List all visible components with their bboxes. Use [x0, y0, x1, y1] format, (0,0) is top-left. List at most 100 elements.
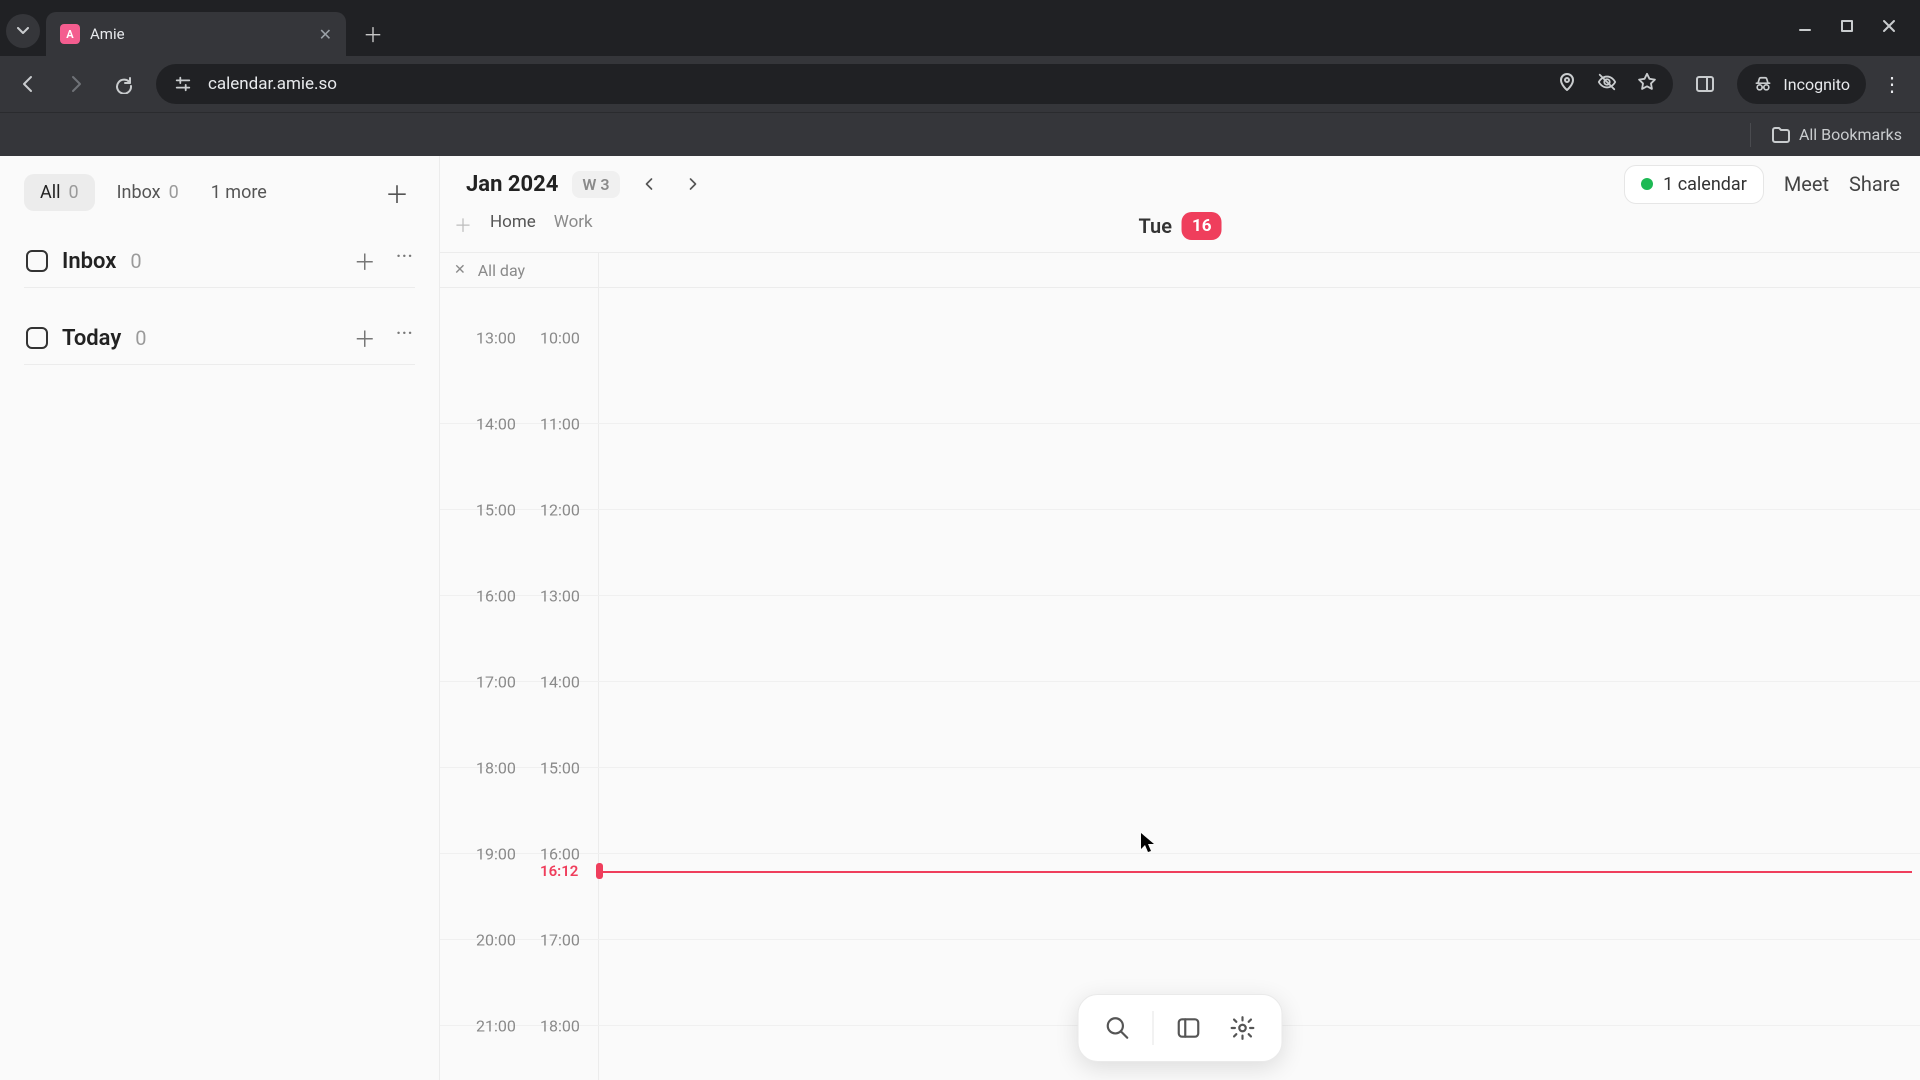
hour-row[interactable] [440, 424, 1920, 510]
sidepanel-icon[interactable] [1689, 68, 1721, 100]
folder-icon [1771, 125, 1791, 145]
hour-label-secondary: 18:00 [540, 1017, 580, 1036]
day-header: Tue 16 [1139, 212, 1222, 240]
bookmark-star-icon[interactable] [1637, 72, 1657, 97]
now-indicator-handle [596, 863, 603, 879]
close-tab-icon[interactable]: ✕ [319, 25, 332, 44]
incognito-icon [1753, 74, 1773, 94]
meet-button[interactable]: Meet [1784, 172, 1829, 196]
all-day-label: All day [478, 261, 525, 280]
sidebar: All 0 Inbox 0 1 more ＋ Inbox 0 [0, 156, 440, 1080]
section-add-icon[interactable]: ＋ [354, 245, 376, 277]
hour-row[interactable] [440, 682, 1920, 768]
section-more-icon[interactable]: ··· [396, 322, 413, 354]
sidebar-tab-more[interactable]: 1 more [201, 174, 277, 211]
sidebar-add-button[interactable]: ＋ [379, 175, 415, 211]
hour-label-secondary: 15:00 [540, 759, 580, 778]
search-button[interactable] [1095, 1005, 1141, 1051]
browser-tab[interactable]: A Amie ✕ [46, 12, 346, 56]
hour-row[interactable] [440, 510, 1920, 596]
sidebar-tab-count: 0 [169, 182, 179, 203]
sidebar-section-title: Inbox [62, 249, 116, 274]
incognito-label: Incognito [1783, 75, 1850, 94]
site-settings-icon[interactable] [172, 73, 194, 95]
hour-label-secondary: 14:00 [540, 673, 580, 692]
hour-label-primary: 17:00 [476, 673, 516, 692]
now-indicator-label: 16:12 [540, 862, 578, 880]
all-bookmarks-button[interactable]: All Bookmarks [1799, 125, 1902, 144]
profile-work[interactable]: Work [554, 212, 593, 232]
incognito-chip[interactable]: Incognito [1737, 64, 1866, 104]
all-day-row[interactable]: ✕ All day [440, 252, 1920, 288]
hour-label-secondary: 10:00 [540, 329, 580, 348]
minimize-icon[interactable] [1798, 19, 1812, 37]
new-tab-button[interactable]: ＋ [356, 16, 390, 50]
calendars-chip[interactable]: 1 calendar [1624, 165, 1764, 204]
hour-row[interactable] [440, 596, 1920, 682]
hour-label-secondary: 12:00 [540, 501, 580, 520]
address-bar[interactable]: calendar.amie.so [156, 64, 1673, 104]
hour-label-primary: 13:00 [476, 329, 516, 348]
calendar-topbar: Jan 2024 W 3 1 calendar Meet Share [440, 156, 1920, 212]
hour-label-secondary: 13:00 [540, 587, 580, 606]
gear-icon [1230, 1015, 1256, 1041]
sidebar-tab-inbox[interactable]: Inbox 0 [101, 174, 195, 211]
tab-search-button[interactable] [6, 14, 40, 48]
back-button[interactable] [12, 68, 44, 100]
browser-toolbar: calendar.amie.so Incognito ⋮ [0, 56, 1920, 112]
sidebar-tab-label: All [40, 182, 61, 203]
section-more-icon[interactable]: ··· [396, 245, 413, 277]
sidebar-tab-count: 0 [69, 182, 79, 203]
add-profile-icon[interactable]: ＋ [454, 212, 472, 238]
week-chip[interactable]: W 3 [572, 171, 619, 198]
month-label: Jan 2024 [466, 172, 558, 197]
url-text: calendar.amie.so [208, 74, 337, 94]
hour-label-primary: 18:00 [476, 759, 516, 778]
location-icon[interactable] [1557, 72, 1577, 97]
sidebar-tab-all[interactable]: All 0 [24, 174, 95, 211]
main-panel: Jan 2024 W 3 1 calendar Meet Share ＋ Hom… [440, 156, 1920, 1080]
checkbox-icon [26, 250, 48, 272]
settings-button[interactable] [1220, 1005, 1266, 1051]
layout-icon [1176, 1015, 1202, 1041]
tab-title: Amie [90, 25, 125, 43]
next-button[interactable] [678, 169, 708, 199]
collapse-icon[interactable]: ✕ [454, 262, 466, 278]
hour-label-primary: 21:00 [476, 1017, 516, 1036]
status-dot-icon [1641, 178, 1653, 190]
maximize-icon[interactable] [1840, 19, 1854, 37]
share-button[interactable]: Share [1849, 172, 1900, 196]
browser-menu-button[interactable]: ⋮ [1876, 68, 1908, 100]
layout-button[interactable] [1166, 1005, 1212, 1051]
hour-row[interactable] [440, 768, 1920, 854]
now-indicator-line [598, 871, 1912, 873]
prev-button[interactable] [634, 169, 664, 199]
hour-label-primary: 14:00 [476, 415, 516, 434]
section-add-icon[interactable]: ＋ [354, 322, 376, 354]
time-grid[interactable]: 13:00 10:00 14:00 11:00 15:00 12:00 16:00 13:00… [440, 288, 1920, 1080]
sidebar-section-inbox[interactable]: Inbox 0 ＋ ··· [24, 239, 415, 283]
reload-button[interactable] [108, 68, 140, 100]
search-icon [1105, 1015, 1131, 1041]
hour-label-primary: 15:00 [476, 501, 516, 520]
bookmarks-bar: All Bookmarks [0, 112, 1920, 156]
hour-label-secondary: 17:00 [540, 931, 580, 950]
hour-row[interactable] [440, 854, 1920, 940]
hour-label-primary: 20:00 [476, 931, 516, 950]
tracking-blocked-icon[interactable] [1597, 72, 1617, 97]
hour-label-secondary: 16:00 [540, 845, 580, 864]
sidebar-tabs: All 0 Inbox 0 1 more ＋ [24, 174, 415, 211]
forward-button[interactable] [60, 68, 92, 100]
profile-tabs: ＋ Home Work Tue 16 [440, 212, 1920, 252]
close-window-icon[interactable] [1882, 19, 1896, 37]
profile-home[interactable]: Home [490, 212, 536, 232]
sidebar-section-count: 0 [135, 326, 146, 350]
hour-label-primary: 19:00 [476, 845, 516, 864]
checkbox-icon [26, 327, 48, 349]
sidebar-section-count: 0 [130, 249, 141, 273]
calendars-label: 1 calendar [1663, 174, 1747, 195]
tab-favicon: A [60, 24, 80, 44]
sidebar-section-today[interactable]: Today 0 ＋ ··· [24, 316, 415, 360]
hour-row[interactable] [440, 338, 1920, 424]
hour-label-secondary: 11:00 [540, 415, 580, 434]
